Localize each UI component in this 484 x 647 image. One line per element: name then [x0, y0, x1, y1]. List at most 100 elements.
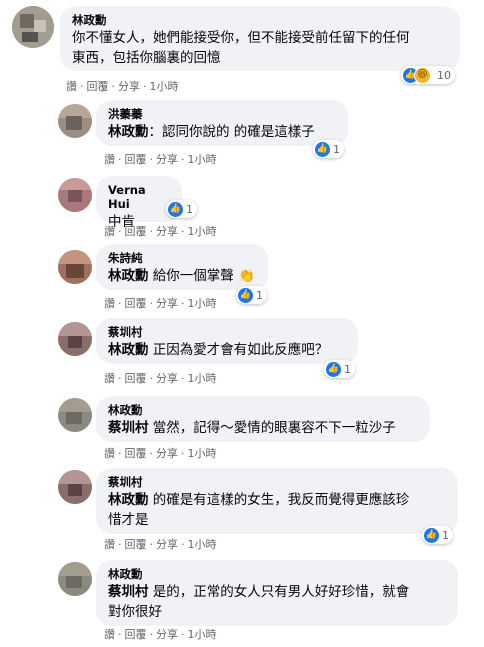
comment-text-line: 惜才是 — [108, 512, 149, 528]
like-icon: 👍 — [168, 201, 183, 217]
comment-actions: 讚 · 回覆 · 分享 · 1小時 — [104, 297, 217, 310]
mention-link[interactable]: 林政勳 — [108, 492, 149, 508]
comment-author[interactable]: 蔡圳村 — [108, 475, 446, 489]
mention-link[interactable]: 蔡圳村 — [108, 420, 149, 436]
mention-link[interactable]: 林政勳 — [108, 124, 149, 140]
avatar[interactable] — [58, 178, 92, 212]
comment-actions: 讚 · 回覆 · 分享 · 1小時 — [104, 225, 217, 238]
comment-bubble: 朱詩純 林政勳 給你一個掌聲 👏 — [96, 244, 268, 290]
reaction-summary[interactable]: 👍 1 — [422, 526, 453, 544]
comment-actions: 讚 · 回覆 · 分享 · 1小時 — [104, 538, 217, 551]
comment-7: 林政勳 蔡圳村 是的，正常的女人只有男人好好珍惜，就會 對你很好 讚 · 回覆 · 分享… — [0, 556, 484, 647]
timestamp[interactable]: 1小時 — [188, 447, 217, 460]
mention-link[interactable]: 林政勳 — [108, 268, 149, 284]
reply-button[interactable]: 回覆 — [125, 297, 147, 310]
comment-bubble: 蔡圳村 林政勳 正因為愛才會有如此反應吧？ — [96, 318, 358, 364]
avatar[interactable] — [58, 398, 92, 432]
reply-button[interactable]: 回覆 — [125, 447, 147, 460]
timestamp[interactable]: 1小時 — [188, 538, 217, 551]
clap-emoji-icon: 👏 — [238, 268, 255, 284]
reaction-count: 1 — [256, 288, 263, 302]
avatar[interactable] — [58, 322, 92, 356]
comment-actions: 讚 · 回覆 · 分享 · 1小時 — [104, 447, 217, 460]
share-button[interactable]: 分享 — [156, 153, 178, 166]
share-button[interactable]: 分享 — [156, 628, 178, 641]
like-button[interactable]: 讚 — [104, 447, 115, 460]
like-button[interactable]: 讚 — [104, 225, 115, 238]
timestamp[interactable]: 1小時 — [188, 225, 217, 238]
reaction-summary[interactable]: 👍 😆 10 — [401, 66, 455, 84]
comment-text: 林政勳 給你一個掌聲 👏 — [108, 266, 256, 286]
timestamp[interactable]: 1小時 — [188, 628, 217, 641]
share-button[interactable]: 分享 — [156, 538, 178, 551]
haha-icon: 😆 — [414, 66, 431, 84]
comment-3: 朱詩純 林政勳 給你一個掌聲 👏 👍 1 讚 · 回覆 · 分享 · 1小時 — [0, 244, 484, 314]
share-button[interactable]: 分享 — [118, 80, 140, 93]
like-button[interactable]: 讚 — [104, 628, 115, 641]
avatar[interactable] — [58, 562, 92, 596]
comment-text-line: 對你很好 — [108, 604, 162, 620]
reply-button[interactable]: 回覆 — [125, 225, 147, 238]
reaction-summary[interactable]: 👍 1 — [166, 200, 197, 218]
timestamp[interactable]: 1小時 — [150, 80, 179, 93]
avatar[interactable] — [58, 470, 92, 504]
comment-bubble: 蔡圳村 林政勳 的確是有這樣的女生，我反而覺得更應該珍 惜才是 — [96, 468, 458, 534]
like-button[interactable]: 讚 — [104, 372, 115, 385]
comment-bubble: 洪蓁蓁 林政勳：認同你說的 的確是這樣子 — [96, 100, 348, 146]
share-button[interactable]: 分享 — [156, 225, 178, 238]
reply-button[interactable]: 回覆 — [125, 153, 147, 166]
comment-text-body: ：認同你說的 的確是這樣子 — [148, 124, 315, 140]
comment-author[interactable]: 蔡圳村 — [108, 325, 346, 339]
comment-5: 林政勳 蔡圳村 當然，記得～愛情的眼裏容不下一粒沙子 讚 · 回覆 · 分享 · 1小時 — [0, 392, 484, 462]
like-button[interactable]: 讚 — [104, 297, 115, 310]
timestamp[interactable]: 1小時 — [188, 297, 217, 310]
comment-text: 林政勳 正因為愛才會有如此反應吧？ — [108, 340, 346, 360]
reply-button[interactable]: 回覆 — [125, 628, 147, 641]
reply-button[interactable]: 回覆 — [87, 80, 109, 93]
timestamp[interactable]: 1小時 — [188, 372, 217, 385]
share-button[interactable]: 分享 — [156, 297, 178, 310]
share-button[interactable]: 分享 — [156, 447, 178, 460]
comment-actions: 讚 · 回覆 · 分享 · 1小時 — [66, 80, 179, 93]
share-button[interactable]: 分享 — [156, 372, 178, 385]
like-icon: 👍 — [238, 287, 253, 303]
avatar[interactable] — [12, 6, 54, 48]
comment-text-body: 的確是有這樣的女生，我反而覺得更應該珍 — [148, 492, 410, 508]
mention-link[interactable]: 蔡圳村 — [108, 584, 149, 600]
like-button[interactable]: 讚 — [66, 80, 77, 93]
comment-bubble: 林政勳 你不懂女人，她們能接受你，但不能接受前任留下的任何 東西，包括你腦裏的回… — [60, 6, 460, 71]
comment-1: 洪蓁蓁 林政勳：認同你說的 的確是這樣子 👍 1 讚 · 回覆 · 分享 · 1小時 — [0, 96, 484, 166]
comment-bubble: 林政勳 蔡圳村 是的，正常的女人只有男人好好珍惜，就會 對你很好 — [96, 560, 458, 626]
comment-4: 蔡圳村 林政勳 正因為愛才會有如此反應吧？ 👍 1 讚 · 回覆 · 分享 · 1小時 — [0, 316, 484, 390]
comment-actions: 讚 · 回覆 · 分享 · 1小時 — [104, 372, 217, 385]
comment-text: 蔡圳村 當然，記得～愛情的眼裏容不下一粒沙子 — [108, 418, 418, 438]
comment-text: 林政勳 的確是有這樣的女生，我反而覺得更應該珍 惜才是 — [108, 490, 446, 530]
reply-button[interactable]: 回覆 — [125, 372, 147, 385]
reaction-count: 1 — [333, 142, 340, 156]
timestamp[interactable]: 1小時 — [188, 153, 217, 166]
comment-author[interactable]: Verna Hui — [108, 183, 170, 211]
comment-6: 蔡圳村 林政勳 的確是有這樣的女生，我反而覺得更應該珍 惜才是 👍 1 讚 · 回覆… — [0, 464, 484, 556]
reply-button[interactable]: 回覆 — [125, 538, 147, 551]
avatar[interactable] — [58, 104, 92, 138]
reaction-count: 1 — [344, 362, 351, 376]
like-button[interactable]: 讚 — [104, 153, 115, 166]
comment-author[interactable]: 林政勳 — [108, 403, 418, 417]
comment-2: Verna Hui 中肯 👍 1 讚 · 回覆 · 分享 · 1小時 — [0, 172, 484, 242]
comment-actions: 讚 · 回覆 · 分享 · 1小時 — [104, 628, 217, 641]
reaction-summary[interactable]: 👍 1 — [236, 286, 267, 304]
comment-author[interactable]: 朱詩純 — [108, 251, 256, 265]
comment-author[interactable]: 林政勳 — [72, 13, 448, 27]
avatar[interactable] — [58, 250, 92, 284]
comment-text-body: 是的，正常的女人只有男人好好珍惜，就會 — [148, 584, 410, 600]
mention-link[interactable]: 林政勳 — [108, 342, 149, 358]
comment-author[interactable]: 林政勳 — [108, 567, 446, 581]
comment-text-line: 你不懂女人，她們能接受你，但不能接受前任留下的任何 — [72, 30, 410, 46]
reaction-count: 1 — [442, 528, 449, 542]
comment-text-line: 蔡圳村 是的，正常的女人只有男人好好珍惜，就會 — [108, 582, 446, 602]
like-button[interactable]: 讚 — [104, 538, 115, 551]
reaction-summary[interactable]: 👍 1 — [313, 140, 344, 158]
comment-text-line: 東西，包括你腦裏的回憶 — [72, 50, 221, 66]
reaction-summary[interactable]: 👍 1 — [324, 360, 355, 378]
comment-author[interactable]: 洪蓁蓁 — [108, 107, 336, 121]
